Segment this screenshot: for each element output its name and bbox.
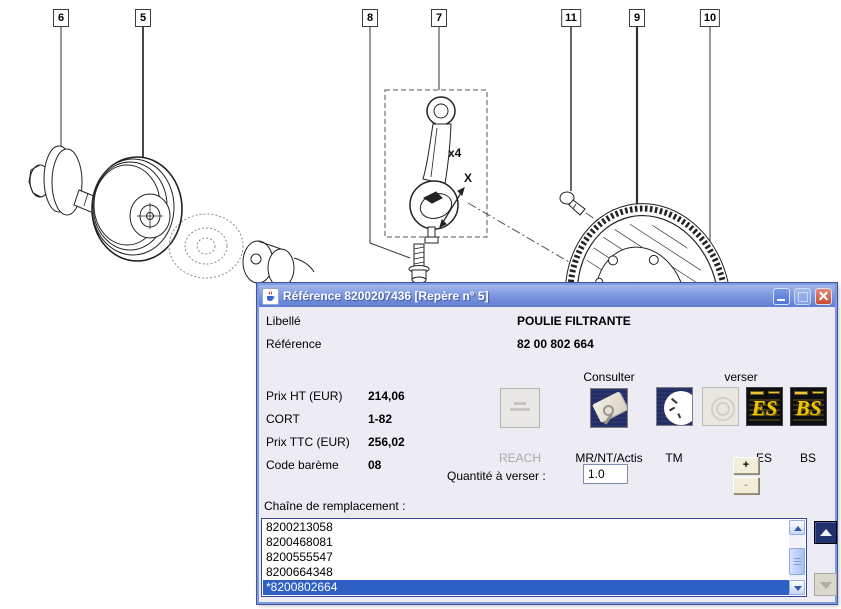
crankshaft-part[interactable] xyxy=(243,241,314,287)
libelle-label: Libellé xyxy=(266,314,301,328)
wrench-icon xyxy=(603,405,614,416)
flywheel-bolt-part[interactable] xyxy=(560,192,585,215)
scroll-down-button[interactable] xyxy=(789,580,805,595)
minimize-button[interactable] xyxy=(773,288,790,305)
prix-ttc-label: Prix TTC (EUR) xyxy=(266,435,350,449)
connecting-rod-part[interactable] xyxy=(410,97,458,243)
quantity-label: Quantité à verser : xyxy=(447,469,546,483)
quantity-input[interactable] xyxy=(583,464,628,484)
callout-6[interactable]: 6 xyxy=(53,9,69,27)
callout-5[interactable]: 5 xyxy=(135,9,151,27)
chain-move-down-button xyxy=(814,573,837,596)
code-bareme-label: Code barème xyxy=(266,458,339,472)
tm-button[interactable] xyxy=(656,387,693,426)
dialog-title: Référence 8200207436 [Repère n° 5] xyxy=(283,289,769,303)
bs-button[interactable]: BS xyxy=(790,387,827,426)
callout-10-label: 10 xyxy=(704,12,716,24)
replacement-chain-label: Chaîne de remplacement : xyxy=(264,499,405,513)
quantity-increment-button[interactable]: + xyxy=(733,457,759,474)
es-button[interactable]: ES xyxy=(746,387,783,426)
es-icon: ES xyxy=(747,396,782,421)
verser-disabled-button xyxy=(702,387,739,426)
list-item[interactable]: 8200664348 xyxy=(263,565,789,580)
down-arrow-icon xyxy=(820,582,832,589)
code-bareme-value: 08 xyxy=(368,458,381,472)
rod-quantity-note: x4 xyxy=(448,146,462,160)
callout-11[interactable]: 11 xyxy=(561,9,581,27)
up-arrow-icon xyxy=(820,529,832,536)
screen: x4 X xyxy=(0,0,841,609)
callout-10[interactable]: 10 xyxy=(700,9,720,27)
reach-button xyxy=(500,388,540,428)
cort-label: CORT xyxy=(266,412,300,426)
bs-caption: BS xyxy=(763,451,841,465)
quantity-decrement-button: - xyxy=(733,477,759,494)
tm-caption: TM xyxy=(629,451,719,465)
list-item[interactable]: 8200213058 xyxy=(263,520,789,535)
consulter-header: Consulter xyxy=(564,370,654,384)
gauge-icon xyxy=(664,391,693,425)
libelle-value: POULIE FILTRANTE xyxy=(517,314,631,328)
java-icon xyxy=(262,288,279,305)
maximize-button xyxy=(794,288,811,305)
callout-5-label: 5 xyxy=(140,12,146,24)
callout-9[interactable]: 9 xyxy=(629,9,645,27)
mr-nt-actis-button[interactable] xyxy=(590,388,628,428)
dialog-content: Libellé POULIE FILTRANTE Référence 82 00… xyxy=(259,307,835,602)
callout-7[interactable]: 7 xyxy=(431,9,447,27)
prix-ht-label: Prix HT (EUR) xyxy=(266,389,342,403)
list-item-selected[interactable]: *8200802664 xyxy=(263,580,789,595)
bs-icon: BS xyxy=(791,396,826,421)
callout-8[interactable]: 8 xyxy=(362,9,378,27)
callout-6-label: 6 xyxy=(58,12,64,24)
scroll-up-button[interactable] xyxy=(789,520,805,535)
reference-dialog: Référence 8200207436 [Repère n° 5] Libel… xyxy=(257,283,837,604)
list-item[interactable]: 8200468081 xyxy=(263,535,789,550)
replacement-chain-list: 8200213058 8200468081 8200555547 8200664… xyxy=(261,518,807,597)
callout-8-label: 8 xyxy=(367,12,373,24)
reference-value: 82 00 802 664 xyxy=(517,337,594,351)
scroll-thumb[interactable] xyxy=(789,548,805,575)
rod-bolt-part[interactable] xyxy=(409,244,429,283)
prix-ht-value: 214,06 xyxy=(368,389,405,403)
verser-header: verser xyxy=(696,370,786,384)
pulley-part[interactable] xyxy=(92,157,182,261)
chain-move-up-button[interactable] xyxy=(814,521,837,544)
prix-ttc-value: 256,02 xyxy=(368,435,405,449)
cort-value: 1-82 xyxy=(368,412,392,426)
reference-label: Référence xyxy=(266,337,321,351)
dialog-titlebar[interactable]: Référence 8200207436 [Repère n° 5] xyxy=(259,285,835,307)
reach-icon xyxy=(514,402,526,405)
list-scrollbar[interactable] xyxy=(789,520,805,595)
reach-caption: REACH xyxy=(475,451,565,465)
list-item[interactable]: 8200555547 xyxy=(263,550,789,565)
callout-9-label: 9 xyxy=(634,12,640,24)
callout-7-label: 7 xyxy=(436,12,442,24)
close-button[interactable] xyxy=(815,288,832,305)
dimension-x-label: X xyxy=(464,171,472,185)
callout-11-label: 11 xyxy=(565,12,577,24)
